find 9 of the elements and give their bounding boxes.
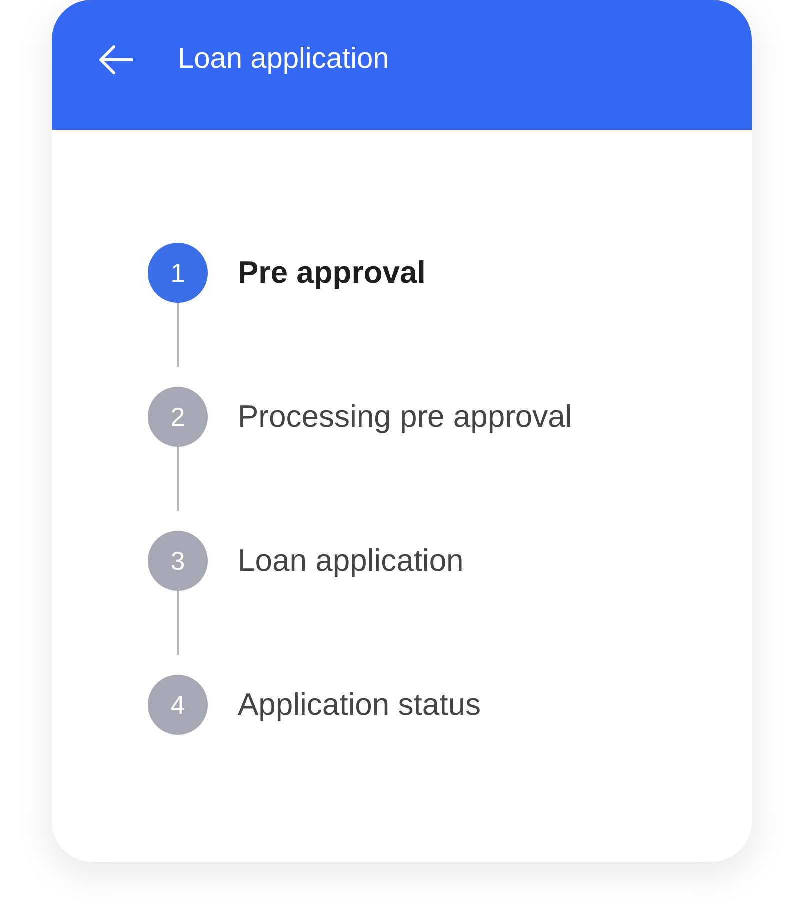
connector-line bbox=[177, 447, 179, 511]
step-label[interactable]: Loan application bbox=[238, 538, 464, 584]
step-label[interactable]: Processing pre approval bbox=[238, 394, 572, 440]
connector-line bbox=[177, 591, 179, 655]
header-title: Loan application bbox=[178, 42, 390, 78]
step-label[interactable]: Application status bbox=[238, 682, 481, 728]
step-label[interactable]: Pre approval bbox=[238, 250, 426, 296]
back-arrow-icon bbox=[99, 45, 133, 75]
connector-line bbox=[177, 303, 179, 367]
